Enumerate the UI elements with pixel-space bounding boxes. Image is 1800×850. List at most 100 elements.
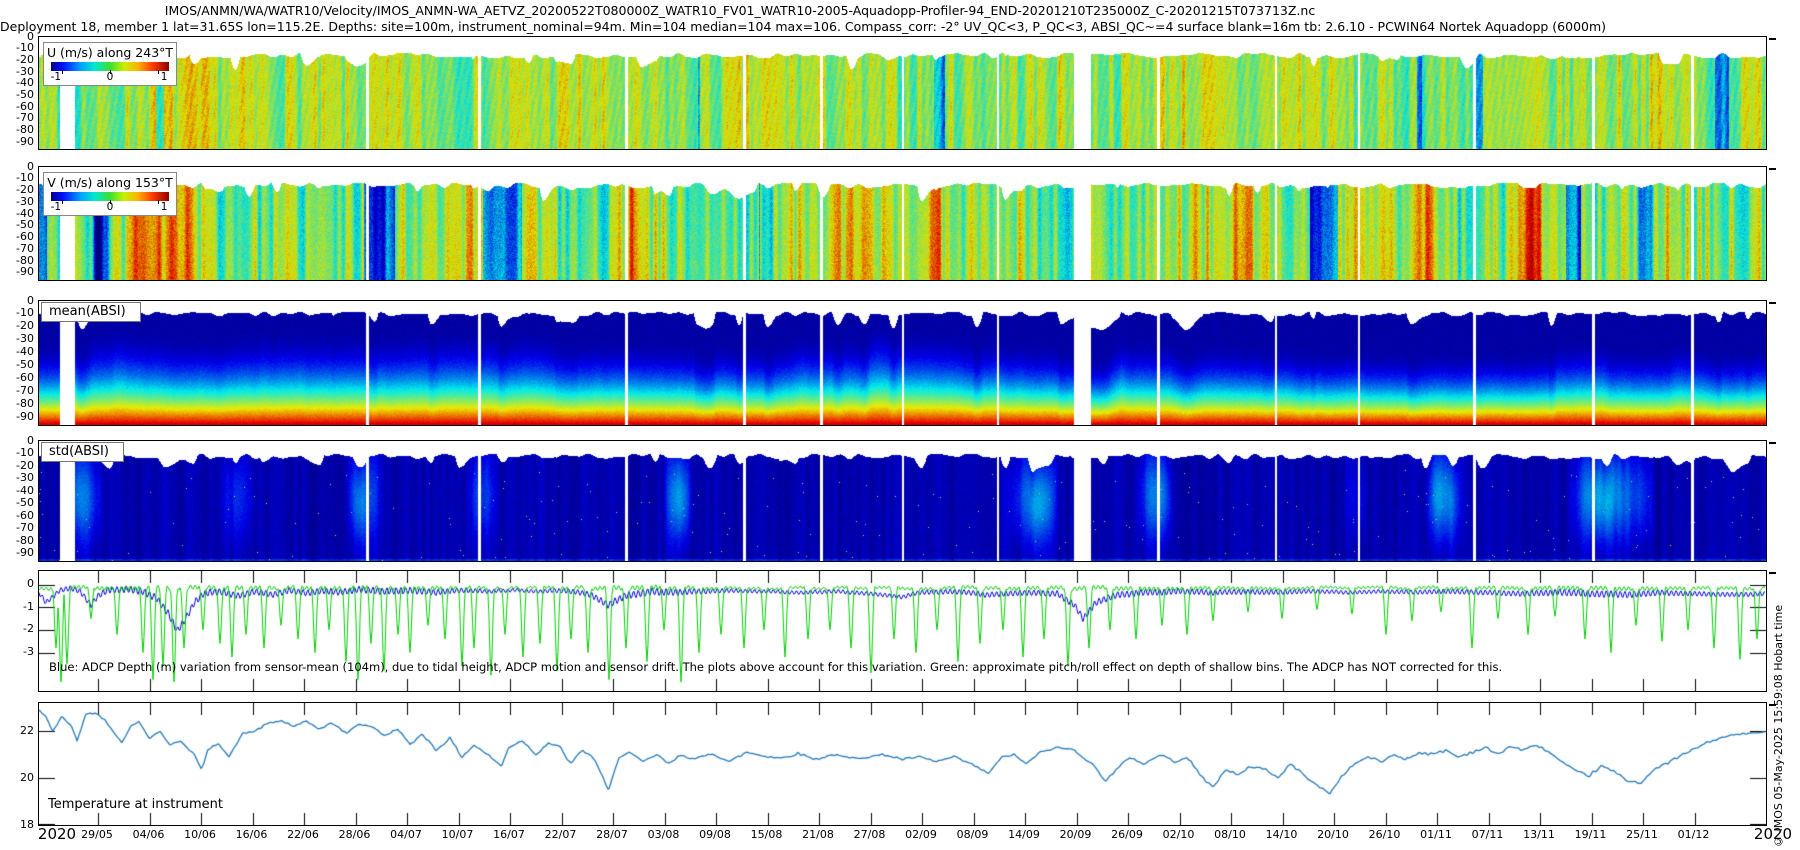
u-colorbar-ticklabels: -1 0 1: [44, 71, 176, 85]
x-axis-date-label: 03/08: [641, 828, 687, 841]
x-axis-date-label: 16/07: [486, 828, 532, 841]
std-depth-tick-label: -10: [0, 446, 34, 459]
u-depth-tick-label: -60: [0, 100, 34, 113]
v-depth-tick-label: -20: [0, 183, 34, 196]
v-colorbar-tick-neg1: -1: [51, 201, 61, 213]
x-axis-date-label: 04/06: [126, 828, 172, 841]
temperature-tick-label: 18: [0, 818, 34, 831]
v-colorbar-gradient: [51, 192, 169, 201]
std-depth-tick-label: -40: [0, 484, 34, 497]
v-colorbar-ticklabels: -1 0 1: [44, 201, 176, 215]
x-axis-date-label: 10/07: [435, 828, 481, 841]
mean-depth-tick-label: -20: [0, 319, 34, 332]
x-axis-date-label: 28/06: [332, 828, 378, 841]
panel-std-absi: std(ABSI): [38, 440, 1767, 562]
x-axis-year-left: 2020: [34, 825, 80, 843]
v-depth-tick-label: -80: [0, 254, 34, 267]
std-depth-tick-label: -80: [0, 534, 34, 547]
x-axis-date-label: 08/09: [950, 828, 996, 841]
u-depth-tick-label: -20: [0, 53, 34, 66]
v-depth-tick-label: -30: [0, 195, 34, 208]
u-colorbar-tick-1: 1: [161, 71, 168, 83]
v-depth-tick-label: -90: [0, 265, 34, 278]
u-depth-tick-label: -30: [0, 65, 34, 78]
figure-root: IMOS/ANMN/WA/WATR10/Velocity/IMOS_ANMN-W…: [0, 0, 1800, 850]
x-axis-date-label: 15/08: [744, 828, 790, 841]
panel-right-zero-tick: [1769, 168, 1776, 170]
x-axis-date-label: 10/06: [177, 828, 223, 841]
std-depth-tick-label: -60: [0, 509, 34, 522]
x-axis-date-label: 08/10: [1207, 828, 1253, 841]
mean-absi-heatmap-canvas: [39, 301, 1766, 425]
v-velocity-heatmap-canvas: [39, 167, 1766, 280]
panel-depth-variation: Blue: ADCP Depth (m) variation from sens…: [38, 570, 1767, 692]
u-depth-tick-label: -90: [0, 135, 34, 148]
panel-right-zero-tick: [1769, 302, 1776, 304]
mean-depth-tick-label: -50: [0, 358, 34, 371]
std-depth-tick-label: 0: [0, 434, 34, 447]
v-depth-tick-label: -40: [0, 207, 34, 220]
std-depth-tick-label: -20: [0, 459, 34, 472]
mean-absi-label: mean(ABSI): [41, 302, 141, 322]
depth-variation-tick-label: -1: [0, 600, 34, 613]
std-depth-tick-label: -70: [0, 521, 34, 534]
u-colorbar-gradient: [51, 62, 169, 71]
v-colorbar-legend: V (m/s) along 153°T -1 0 1: [43, 172, 177, 216]
x-axis-date-label: 25/11: [1619, 828, 1665, 841]
panel-right-zero-tick: [1769, 38, 1776, 40]
u-colorbar-title: U (m/s) along 243°T: [44, 43, 176, 60]
std-absi-label: std(ABSI): [41, 442, 124, 462]
v-depth-tick-label: -70: [0, 242, 34, 255]
x-axis-date-label: 09/08: [692, 828, 738, 841]
mean-depth-tick-label: -70: [0, 384, 34, 397]
mean-depth-tick-label: -10: [0, 306, 34, 319]
x-axis-date-label: 14/10: [1259, 828, 1305, 841]
panel-temperature: Temperature at instrument: [38, 702, 1767, 826]
x-axis-date-label: 14/09: [1001, 828, 1047, 841]
temperature-tick-label: 20: [0, 771, 34, 784]
x-axis-date-label: 20/10: [1310, 828, 1356, 841]
x-axis-date-label: 26/10: [1362, 828, 1408, 841]
mean-depth-tick-label: -60: [0, 371, 34, 384]
x-axis-date-label: 16/06: [229, 828, 275, 841]
u-depth-tick-label: -50: [0, 88, 34, 101]
v-colorbar-tick-1: 1: [161, 201, 168, 213]
x-axis-date-label: 27/08: [847, 828, 893, 841]
v-depth-tick-label: -60: [0, 230, 34, 243]
x-axis-date-label: 22/07: [538, 828, 584, 841]
v-colorbar-title: V (m/s) along 153°T: [44, 173, 176, 190]
u-colorbar-legend: U (m/s) along 243°T -1 0 1: [43, 42, 177, 86]
u-depth-tick-label: -10: [0, 41, 34, 54]
panel-v-velocity: V (m/s) along 153°T -1 0 1: [38, 166, 1767, 281]
x-axis-date-label: 28/07: [589, 828, 635, 841]
x-axis-date-label: 21/08: [795, 828, 841, 841]
depth-variation-note: Blue: ADCP Depth (m) variation from sens…: [49, 660, 1502, 674]
v-colorbar-tick-0: 0: [107, 201, 114, 213]
x-axis-date-label: 07/11: [1465, 828, 1511, 841]
mean-depth-tick-label: -80: [0, 397, 34, 410]
x-axis-date-label: 29/05: [74, 828, 120, 841]
x-axis-date-label: 04/07: [383, 828, 429, 841]
std-depth-tick-label: -30: [0, 471, 34, 484]
u-depth-tick-label: -70: [0, 111, 34, 124]
figure-subtitle-deployment: Deployment 18, member 1 lat=31.65S lon=1…: [0, 19, 1480, 34]
std-depth-tick-label: -90: [0, 546, 34, 559]
u-depth-tick-label: -40: [0, 76, 34, 89]
x-axis-date-label: 01/11: [1413, 828, 1459, 841]
mean-depth-tick-label: -40: [0, 345, 34, 358]
u-colorbar-tick-0: 0: [107, 71, 114, 83]
x-axis-date-label: 22/06: [280, 828, 326, 841]
x-axis-date-label: 19/11: [1568, 828, 1614, 841]
temperature-tick-label: 22: [0, 724, 34, 737]
v-depth-tick-label: 0: [0, 160, 34, 173]
mean-depth-tick-label: 0: [0, 294, 34, 307]
u-depth-tick-label: -80: [0, 123, 34, 136]
panel-right-zero-tick: [1769, 442, 1776, 444]
std-depth-tick-label: -50: [0, 496, 34, 509]
v-depth-tick-label: -50: [0, 218, 34, 231]
x-axis-date-label: 26/09: [1104, 828, 1150, 841]
mean-depth-tick-label: -90: [0, 410, 34, 423]
x-axis-date-label: 13/11: [1516, 828, 1562, 841]
depth-variation-tick-label: 0: [0, 577, 34, 590]
depth-variation-tick-label: -3: [0, 645, 34, 658]
